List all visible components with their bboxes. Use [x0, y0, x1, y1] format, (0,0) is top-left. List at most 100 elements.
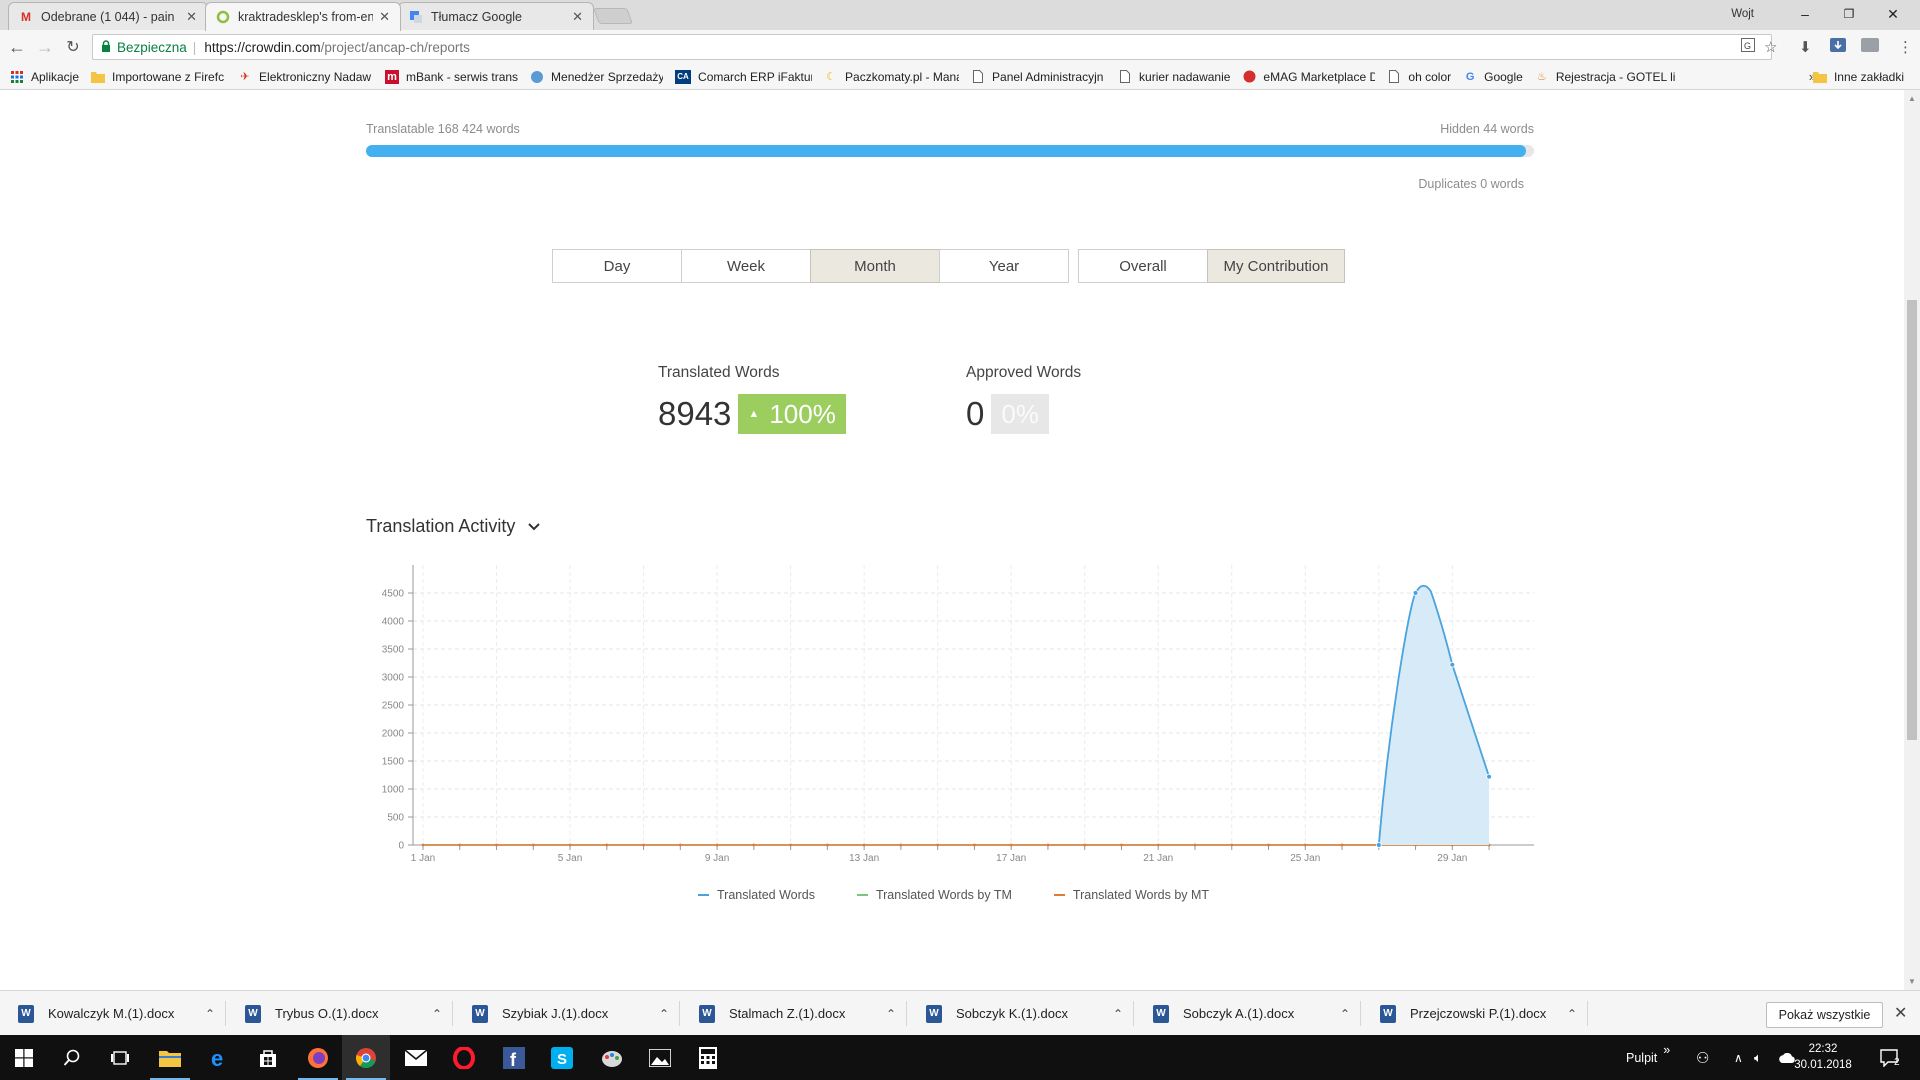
scope-my-contribution-button[interactable]: My Contribution [1207, 249, 1345, 283]
tab-gmail[interactable]: M Odebrane (1 044) - pain ✕ [8, 2, 208, 30]
back-icon[interactable]: ← [6, 36, 28, 58]
scroll-down-icon[interactable]: ▼ [1908, 977, 1916, 986]
bookmark-item[interactable]: eMAG Marketplace D [1242, 70, 1375, 84]
y-tick-label: 2500 [382, 701, 405, 712]
download-filename: Stalmach Z.(1).docx [729, 1006, 846, 1021]
address-bar[interactable]: Bezpieczna | https://crowdin.com /projec… [92, 34, 1772, 60]
close-downloads-icon[interactable]: ✕ [1894, 1003, 1907, 1023]
new-tab-button[interactable] [593, 8, 633, 24]
word-document-icon: W [1153, 1004, 1169, 1023]
bookmark-item[interactable]: G Google [1463, 70, 1523, 84]
forward-icon[interactable]: → [34, 36, 56, 58]
period-week-button[interactable]: Week [681, 249, 811, 283]
file-explorer-icon[interactable] [146, 1035, 194, 1080]
edge-icon[interactable]: e [196, 1035, 244, 1080]
bookmark-item[interactable]: ✈ Elektroniczny Nadaw [238, 70, 373, 84]
series-point [825, 843, 829, 847]
x-tick-label: 1 Jan [411, 853, 435, 864]
volume-icon[interactable]: 🔈︎ [1754, 1035, 1762, 1080]
show-all-downloads-button[interactable]: Pokaż wszystkie [1766, 1002, 1883, 1028]
legend-item[interactable]: Translated Words [698, 888, 815, 902]
opera-icon[interactable] [440, 1035, 488, 1080]
tab-title: Tłumacz Google [431, 9, 523, 24]
period-month-button[interactable]: Month [810, 249, 940, 283]
scroll-up-icon[interactable]: ▲ [1908, 94, 1916, 103]
bookmark-item[interactable]: Menedżer Sprzedaży [530, 70, 663, 84]
store-icon[interactable] [244, 1035, 292, 1080]
legend-item[interactable]: Translated Words by TM [856, 888, 1012, 902]
show-hidden-icons-icon[interactable]: ∧ [1734, 1035, 1743, 1080]
paint-icon[interactable] [588, 1035, 636, 1080]
legend-item[interactable]: Translated Words by MT [1053, 888, 1209, 902]
series-point [495, 843, 498, 847]
skype-icon[interactable]: S [538, 1035, 586, 1080]
x-tick-label: 29 Jan [1437, 853, 1467, 864]
close-window-button[interactable]: ✕ [1870, 0, 1916, 28]
download-item[interactable]: W Sobczyk K.(1).docx ⌃ [926, 991, 1123, 1036]
clock[interactable]: 22:32 30.01.2018 [1788, 1041, 1858, 1073]
download-icon[interactable]: ⬇ [1799, 38, 1812, 56]
menu-icon[interactable]: ⋮ [1898, 38, 1913, 56]
reload-icon[interactable]: ↻ [62, 36, 84, 58]
extension-abp-icon[interactable] [1861, 38, 1879, 56]
download-item[interactable]: W Kowalczyk M.(1).docx ⌃ [18, 991, 215, 1036]
minimize-button[interactable]: – [1782, 0, 1828, 28]
action-center-icon[interactable]: 2 [1880, 1035, 1906, 1080]
period-day-button[interactable]: Day [552, 249, 682, 283]
desktop-toolbar[interactable]: Pulpit » [1626, 1035, 1670, 1080]
bookmark-item[interactable]: ☾ Paczkomaty.pl - Mana [824, 70, 959, 84]
chevron-up-icon[interactable]: ⌃ [1340, 1007, 1350, 1021]
tab-crowdin[interactable]: kraktradesklep's from-en ✕ [205, 2, 401, 31]
close-tab-icon[interactable]: ✕ [379, 9, 390, 25]
chrome-icon[interactable] [342, 1035, 390, 1080]
tab-google-translate[interactable]: Tłumacz Google ✕ [398, 2, 594, 30]
scope-overall-button[interactable]: Overall [1078, 249, 1208, 283]
bookmark-item[interactable]: Aplikacje [10, 70, 79, 84]
period-year-button[interactable]: Year [939, 249, 1069, 283]
page-scrollbar[interactable]: ▲ ▼ [1904, 90, 1920, 990]
download-filename: Kowalczyk M.(1).docx [48, 1006, 175, 1021]
bookmark-item[interactable]: m mBank - serwis trans [385, 69, 518, 84]
bookmark-item[interactable]: Panel Administracyjn [971, 70, 1106, 84]
bookmark-item[interactable]: Importowane z Firefc [91, 70, 226, 84]
other-bookmarks[interactable]: Inne zakładki [1812, 70, 1904, 84]
close-tab-icon[interactable]: ✕ [186, 9, 197, 25]
calculator-icon[interactable] [684, 1035, 732, 1080]
bookmark-item[interactable]: ♨ Rejestracja - GOTEL li [1535, 70, 1680, 84]
chevron-up-icon[interactable]: ⌃ [432, 1007, 442, 1021]
download-item[interactable]: W Stalmach Z.(1).docx ⌃ [699, 991, 896, 1036]
duplicates-words: Duplicates 0 words [1418, 177, 1524, 191]
download-divider [1133, 1001, 1134, 1026]
chevron-up-icon[interactable]: ⌃ [205, 1007, 215, 1021]
firefox-icon[interactable] [294, 1035, 342, 1080]
download-item[interactable]: W Przejczowski P.(1).docx ⌃ [1380, 991, 1577, 1036]
task-view-icon[interactable] [96, 1035, 144, 1080]
series-point [1120, 843, 1123, 847]
bookmark-star-icon[interactable]: ☆ [1764, 38, 1777, 56]
photos-icon[interactable] [636, 1035, 684, 1080]
bookmark-item[interactable]: oh color [1387, 70, 1451, 84]
mail-icon[interactable] [392, 1035, 440, 1080]
bookmark-item[interactable]: CA Comarch ERP iFaktury [675, 69, 812, 84]
chevron-up-icon[interactable]: ⌃ [1113, 1007, 1123, 1021]
chevron-up-icon[interactable]: ⌃ [659, 1007, 669, 1021]
profile-name[interactable]: Wojt [1731, 8, 1754, 20]
translation-activity-dropdown[interactable]: Translation Activity [366, 516, 541, 537]
search-icon[interactable] [48, 1035, 96, 1080]
restore-button[interactable]: ❐ [1826, 0, 1872, 28]
bookmark-item[interactable]: kurier nadawanie [1118, 70, 1230, 84]
facebook-icon[interactable]: f [490, 1035, 538, 1080]
desktop-label: Pulpit [1626, 1050, 1658, 1065]
scroll-thumb[interactable] [1907, 300, 1917, 740]
start-icon[interactable] [0, 1035, 48, 1080]
download-item[interactable]: W Sobczyk A.(1).docx ⌃ [1153, 991, 1350, 1036]
people-icon[interactable]: ⚇ [1696, 1035, 1709, 1080]
chevron-up-icon[interactable]: ⌃ [1567, 1007, 1577, 1021]
close-tab-icon[interactable]: ✕ [572, 9, 583, 25]
extension-icon[interactable] [1830, 38, 1846, 56]
download-item[interactable]: W Szybiak J.(1).docx ⌃ [472, 991, 669, 1036]
section-title: Translation Activity [366, 516, 516, 536]
download-item[interactable]: W Trybus O.(1).docx ⌃ [245, 991, 442, 1036]
translate-page-icon[interactable]: G [1741, 38, 1755, 56]
chevron-up-icon[interactable]: ⌃ [886, 1007, 896, 1021]
